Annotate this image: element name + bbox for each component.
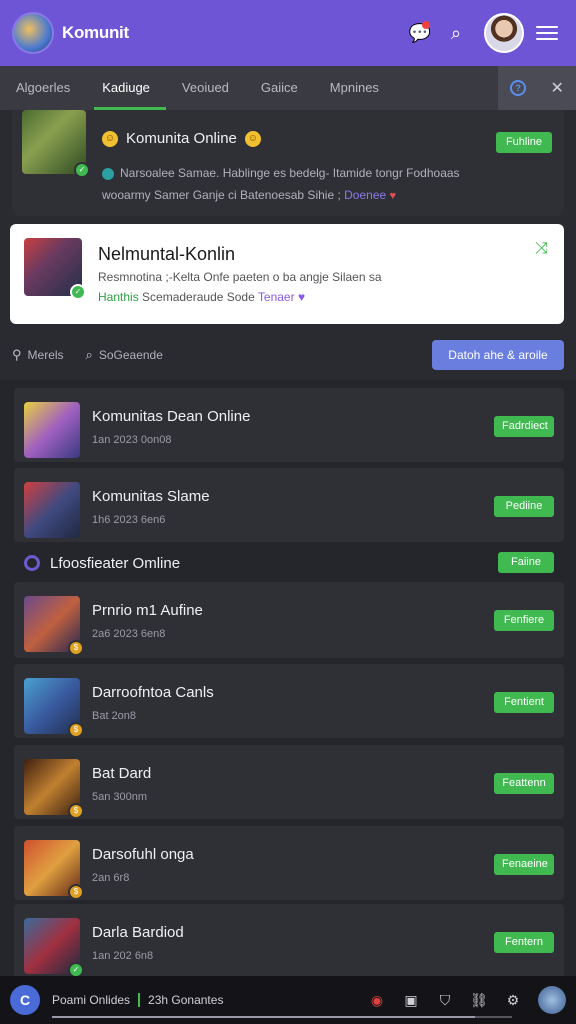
section-icon: [24, 555, 40, 571]
featured-description: Narsoalee Samae. Hablinge es bedelg- Ita…: [102, 166, 460, 202]
badge-icon: ♥: [297, 290, 306, 304]
list-item[interactable]: $ Prnrio m1 Aufine 2a6 2023 6en8 Fenfier…: [14, 582, 564, 658]
item-meta: 5an 300nm: [92, 791, 148, 803]
tab-veoiued[interactable]: Veoiued: [166, 66, 245, 110]
filter-search[interactable]: ⌕ SoGeaende: [86, 347, 163, 363]
status-button[interactable]: Pediine: [494, 496, 554, 517]
list-item[interactable]: $ Bat Dard 5an 300nm Feattenn: [14, 745, 564, 819]
link-icon[interactable]: ⛓: [462, 992, 496, 1009]
status-button[interactable]: Fentern: [494, 932, 554, 953]
list-item[interactable]: $ Darsofuhl onga 2an 6r8 Fenaeine: [14, 826, 564, 900]
app-header: Komunit 💬 ⌕: [0, 0, 576, 66]
section-header: Lfoosfieater Omline Faiine: [14, 546, 564, 580]
tab-kadiuge[interactable]: Kadiuge: [86, 66, 166, 110]
highlighted-card[interactable]: ✓ Nelmuntal-Konlin Resmnotina ;-Kelta On…: [10, 224, 564, 324]
settings-icon[interactable]: ⚙: [496, 992, 530, 1009]
close-icon[interactable]: ✕: [550, 78, 563, 98]
item-name: Bat Dard: [92, 765, 152, 782]
item-meta: 2an 6r8: [92, 872, 130, 884]
list-item[interactable]: $ Darroofntoa Canls Bat 2on8 Fentient: [14, 664, 564, 738]
status-button[interactable]: Feattenn: [494, 773, 554, 794]
tab-gaiice[interactable]: Gaiice: [245, 66, 314, 110]
list-item[interactable]: Komunitas Slame 1h6 2023 6en6 Pediine: [14, 468, 564, 542]
status-button[interactable]: Fenfiere: [494, 610, 554, 631]
item-meta: Bat 2on8: [92, 710, 137, 722]
progress-track: [52, 1016, 512, 1018]
item-name: Komunitas Dean Online: [92, 408, 251, 425]
game-thumbnail: [24, 402, 80, 458]
search-icon: ⌕: [85, 347, 93, 362]
share-icon[interactable]: ⤨: [535, 240, 548, 258]
game-thumbnail: ✓: [24, 238, 86, 300]
primary-action-button[interactable]: Datoh ahe & aroile: [432, 340, 564, 370]
status-button[interactable]: Fentient: [494, 692, 554, 713]
record-icon[interactable]: ◉: [360, 992, 394, 1009]
filter-merels[interactable]: ⚲ Merels: [12, 347, 64, 363]
item-name: Prnrio m1 Aufine: [92, 602, 203, 619]
coin-badge-icon: $: [68, 640, 84, 656]
emoji-icon: ☺: [102, 130, 118, 147]
chat-bubble-icon[interactable]: 💬: [402, 15, 438, 51]
tab-actions: ? ✕: [498, 66, 576, 110]
tab-bar: Algoerles Kadiuge Veoiued Gaiice Mpnines…: [0, 66, 576, 110]
game-thumbnail: $: [24, 596, 84, 656]
highlighted-title: Nelmuntal-Konlin: [98, 244, 236, 264]
status-button[interactable]: Fenaeine: [494, 854, 554, 875]
status-button[interactable]: Faiine: [498, 552, 554, 573]
item-meta: 1an 202 6n8: [92, 950, 154, 962]
featured-card[interactable]: ✓ ☺ Komunita Online ☺ Narsoalee Samae. H…: [12, 110, 564, 216]
info-icon: [102, 167, 114, 180]
game-thumbnail: ✓: [22, 110, 90, 178]
list-item[interactable]: Komunitas Dean Online 1an 2023 0on08 Fad…: [14, 388, 564, 462]
search-icon[interactable]: ⌕: [438, 15, 474, 51]
list-item[interactable]: ✓ Darla Bardiod 1an 202 6n8 Fentern: [14, 904, 564, 978]
online-badge-icon: ✓: [70, 284, 86, 300]
coin-badge-icon: $: [68, 803, 84, 819]
avatar[interactable]: [538, 986, 566, 1014]
hamburger-menu-icon[interactable]: [536, 26, 558, 40]
bottom-count-text: 23h Gonantes: [148, 993, 224, 1007]
featured-link[interactable]: Doenee: [344, 188, 386, 202]
bottom-status-text: Poami Onlides: [52, 993, 131, 1007]
notification-dot: [422, 21, 430, 29]
divider: [138, 993, 141, 1007]
tab-algoerles[interactable]: Algoerles: [0, 66, 86, 110]
heart-icon: ♥: [389, 190, 397, 202]
bottom-bar: C Poami Onlides 23h Gonantes ◉ ▣ ⛉ ⛓ ⚙: [0, 976, 576, 1024]
emoji-icon: ☺: [244, 130, 261, 147]
tab-mpnines[interactable]: Mpnines: [314, 66, 395, 110]
game-thumbnail: $: [24, 678, 84, 738]
item-meta: 2a6 2023 6en8: [92, 628, 166, 640]
coin-badge-icon: $: [68, 722, 84, 738]
filter-bar: ⚲ Merels ⌕ SoGeaende Datoh ahe & aroile: [0, 332, 576, 378]
item-name: Darla Bardiod: [92, 924, 184, 941]
coin-badge-icon: $: [68, 884, 84, 900]
game-thumbnail: ✓: [24, 918, 84, 978]
item-meta: 1h6 2023 6en6: [92, 514, 166, 526]
online-badge-icon: ✓: [74, 162, 90, 178]
help-icon[interactable]: ?: [510, 80, 527, 96]
featured-title: Komunita Online: [126, 130, 237, 147]
avatar[interactable]: [484, 13, 524, 53]
image-icon[interactable]: ▣: [394, 992, 428, 1009]
item-name: Darroofntoa Canls: [92, 684, 214, 701]
highlighted-description: Resmnotina ;-Kelta Onfe paeten o ba angj…: [98, 270, 382, 284]
progress-fill: [52, 1016, 476, 1018]
item-name: Komunitas Slame: [92, 488, 210, 505]
bottom-logo-icon[interactable]: C: [10, 985, 40, 1015]
app-logo-icon[interactable]: [12, 12, 54, 54]
app-title: Komunit: [62, 23, 129, 42]
status-button[interactable]: Fuhline: [496, 132, 552, 153]
item-meta: 1an 2023 0on08: [92, 434, 172, 446]
status-button[interactable]: Fadrdiect: [494, 416, 554, 437]
game-thumbnail: [24, 482, 80, 538]
game-thumbnail: $: [24, 759, 84, 819]
shield-icon[interactable]: ⛉: [428, 992, 462, 1009]
item-name: Darsofuhl onga: [92, 846, 194, 863]
tag-icon: ⚲: [12, 347, 22, 362]
game-thumbnail: $: [24, 840, 84, 900]
